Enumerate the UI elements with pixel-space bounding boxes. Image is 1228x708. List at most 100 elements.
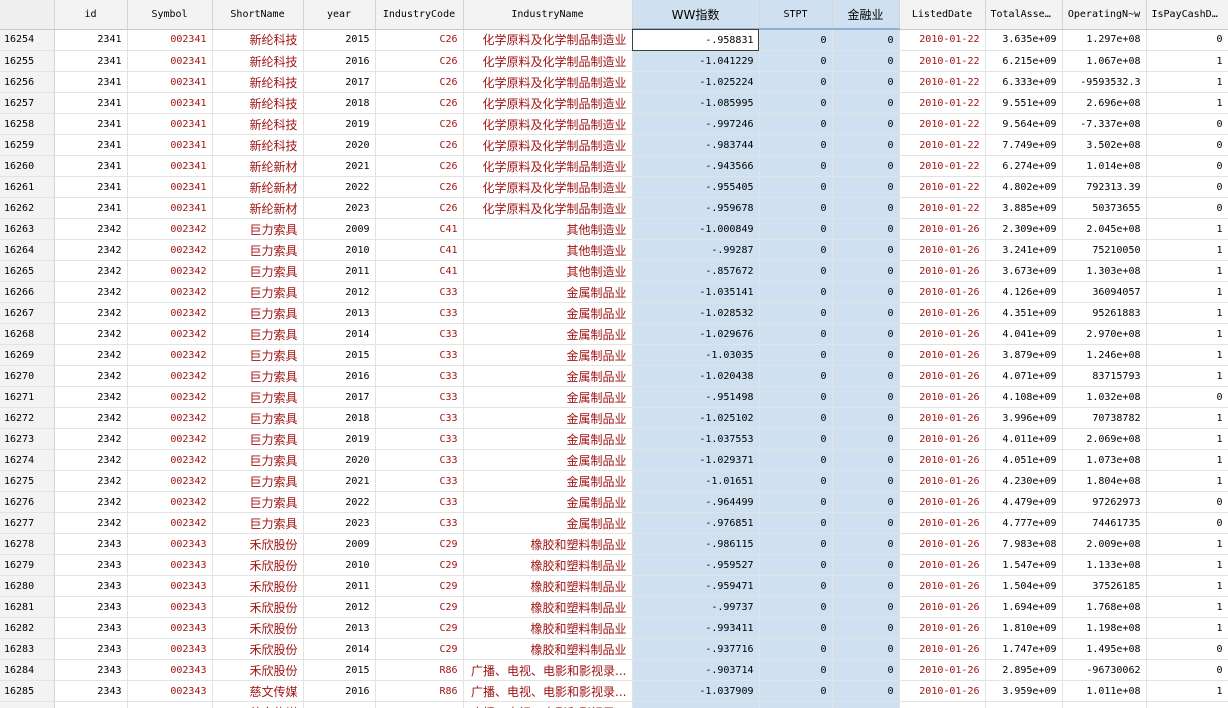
cell-symbol[interactable]: 002342 — [127, 344, 213, 366]
cell-industryname[interactable]: 其他制造业 — [463, 218, 633, 240]
cell-symbol[interactable]: 002341 — [127, 71, 213, 93]
cell-stpt[interactable]: 0 — [759, 407, 833, 429]
cell-operatingnw[interactable]: 83715793 — [1062, 365, 1147, 387]
cell-stpt[interactable]: 0 — [759, 533, 833, 555]
cell-industrycode[interactable]: R86 — [375, 701, 464, 708]
cell-id[interactable]: 2342 — [54, 512, 128, 534]
cell-id[interactable]: 2343 — [54, 617, 128, 639]
cell-shortname[interactable]: 新纶新材 — [212, 176, 304, 198]
cell-ispaycashds[interactable]: 1 — [1146, 596, 1228, 618]
cell-listeddate[interactable]: 2010-01-26 — [899, 554, 986, 576]
cell-totalassets[interactable]: 3.241e+09 — [985, 239, 1063, 261]
cell-stpt[interactable]: 0 — [759, 680, 833, 702]
cell-finance[interactable]: 0 — [832, 197, 900, 219]
cell-finance[interactable]: 0 — [832, 323, 900, 345]
cell-id[interactable]: 2343 — [54, 701, 128, 708]
cell-industryname[interactable]: 其他制造业 — [463, 260, 633, 282]
cell-listeddate[interactable]: 2010-01-26 — [899, 575, 986, 597]
cell-shortname[interactable]: 巨力索具 — [212, 365, 304, 387]
cell-shortname[interactable]: 巨力索具 — [212, 470, 304, 492]
cell-finance[interactable]: 0 — [832, 680, 900, 702]
cell-ww-index[interactable]: -1.035141 — [632, 281, 760, 303]
cell-totalassets[interactable]: 6.274e+09 — [985, 155, 1063, 177]
cell-totalassets[interactable]: 4.108e+09 — [985, 386, 1063, 408]
cell-totalassets[interactable]: 4.230e+09 — [985, 470, 1063, 492]
cell-finance[interactable]: 0 — [832, 281, 900, 303]
cell-row-number[interactable]: 16264 — [0, 239, 55, 261]
table-row[interactable]: 16258 2341 002341 新纶科技 2019 C26 化学原料及化学制品制造业 -.… — [0, 113, 1228, 135]
cell-industryname[interactable]: 橡胶和塑料制品业 — [463, 533, 633, 555]
cell-stpt[interactable]: 0 — [759, 449, 833, 471]
cell-symbol[interactable]: 002342 — [127, 239, 213, 261]
cell-shortname[interactable]: 巨力索具 — [212, 323, 304, 345]
cell-symbol[interactable]: 002341 — [127, 50, 213, 72]
cell-stpt[interactable]: 0 — [759, 365, 833, 387]
cell-industrycode[interactable]: C33 — [375, 449, 464, 471]
cell-operatingnw[interactable]: 1.768e+08 — [1062, 596, 1147, 618]
cell-listeddate[interactable]: 2010-01-26 — [899, 638, 986, 660]
cell-listeddate[interactable]: 2010-01-26 — [899, 533, 986, 555]
cell-stpt[interactable]: 0 — [759, 50, 833, 72]
cell-totalassets[interactable]: 4.351e+09 — [985, 302, 1063, 324]
corner-cell[interactable] — [0, 0, 55, 30]
cell-shortname[interactable]: 禾欣股份 — [212, 533, 304, 555]
cell-row-number[interactable]: 16273 — [0, 428, 55, 450]
table-row[interactable]: 16259 2341 002341 新纶科技 2020 C26 化学原料及化学制品制造业 -.… — [0, 134, 1228, 156]
cell-year[interactable]: 2016 — [303, 50, 376, 72]
cell-symbol[interactable]: 002342 — [127, 218, 213, 240]
cell-ww-index[interactable]: -.903714 — [632, 659, 760, 681]
cell-id[interactable]: 2342 — [54, 449, 128, 471]
cell-industrycode[interactable]: C33 — [375, 470, 464, 492]
cell-totalassets[interactable]: 7.749e+09 — [985, 134, 1063, 156]
cell-operatingnw[interactable]: 1.014e+08 — [1062, 155, 1147, 177]
cell-ispaycashds[interactable]: 0 — [1146, 197, 1228, 219]
cell-shortname[interactable]: 禾欣股份 — [212, 617, 304, 639]
cell-industrycode[interactable]: C26 — [375, 134, 464, 156]
table-row[interactable]: 16282 2343 002343 禾欣股份 2013 C29 橡胶和塑料制品业 -.9934… — [0, 617, 1228, 639]
table-row[interactable]: 16263 2342 002342 巨力索具 2009 C41 其他制造业 -1.000849… — [0, 218, 1228, 240]
cell-row-number[interactable]: 16282 — [0, 617, 55, 639]
cell-shortname[interactable]: 巨力索具 — [212, 281, 304, 303]
cell-totalassets[interactable]: 4.041e+09 — [985, 323, 1063, 345]
cell-stpt[interactable]: 0 — [759, 554, 833, 576]
cell-row-number[interactable]: 16284 — [0, 659, 55, 681]
cell-industrycode[interactable]: C26 — [375, 29, 464, 51]
table-row[interactable]: 16262 2341 002341 新纶新材 2023 C26 化学原料及化学制品制造业 -.… — [0, 197, 1228, 219]
cell-ispaycashds[interactable]: 1 — [1146, 533, 1228, 555]
cell-totalassets[interactable]: 7.983e+08 — [985, 533, 1063, 555]
cell-industrycode[interactable]: C41 — [375, 218, 464, 240]
cell-shortname[interactable]: 新纶科技 — [212, 29, 304, 51]
cell-industryname[interactable]: 金属制品业 — [463, 470, 633, 492]
cell-totalassets[interactable]: 9.564e+09 — [985, 113, 1063, 135]
cell-industrycode[interactable]: C29 — [375, 617, 464, 639]
cell-ispaycashds[interactable]: 1 — [1146, 428, 1228, 450]
column-header-industrycode[interactable]: IndustryCode — [375, 0, 464, 30]
cell-listeddate[interactable]: 2010-01-22 — [899, 92, 986, 114]
cell-industryname[interactable]: 广播、电视、电影和影视录... — [463, 701, 633, 708]
cell-ispaycashds[interactable]: 1 — [1146, 365, 1228, 387]
cell-ww-index[interactable]: -.955405 — [632, 176, 760, 198]
cell-ispaycashds[interactable]: 0 — [1146, 491, 1228, 513]
cell-stpt[interactable]: 0 — [759, 155, 833, 177]
cell-industrycode[interactable]: C33 — [375, 365, 464, 387]
cell-id[interactable]: 2342 — [54, 407, 128, 429]
cell-operatingnw[interactable]: 792313.39 — [1062, 176, 1147, 198]
cell-industryname[interactable]: 化学原料及化学制品制造业 — [463, 197, 633, 219]
table-row[interactable]: 16264 2342 002342 巨力索具 2010 C41 其他制造业 -.99287 0 0… — [0, 239, 1228, 261]
cell-operatingnw[interactable]: 1.804e+08 — [1062, 470, 1147, 492]
cell-listeddate[interactable]: 2010-01-26 — [899, 596, 986, 618]
cell-symbol[interactable]: 002342 — [127, 491, 213, 513]
cell-year[interactable]: 2017 — [303, 71, 376, 93]
cell-year[interactable]: 2012 — [303, 596, 376, 618]
cell-totalassets[interactable]: 4.479e+09 — [985, 491, 1063, 513]
data-grid[interactable]: id Symbol ShortName year IndustryCode In… — [0, 0, 1228, 708]
cell-symbol[interactable]: 002342 — [127, 302, 213, 324]
cell-industrycode[interactable]: R86 — [375, 659, 464, 681]
cell-row-number[interactable]: 16269 — [0, 344, 55, 366]
cell-symbol[interactable]: 002342 — [127, 449, 213, 471]
cell-ispaycashds[interactable]: 1 — [1146, 575, 1228, 597]
cell-id[interactable]: 2343 — [54, 680, 128, 702]
cell-year[interactable]: 2010 — [303, 554, 376, 576]
table-row[interactable]: 16272 2342 002342 巨力索具 2018 C33 金属制品业 -1.025102… — [0, 407, 1228, 429]
cell-row-number[interactable]: 16259 — [0, 134, 55, 156]
